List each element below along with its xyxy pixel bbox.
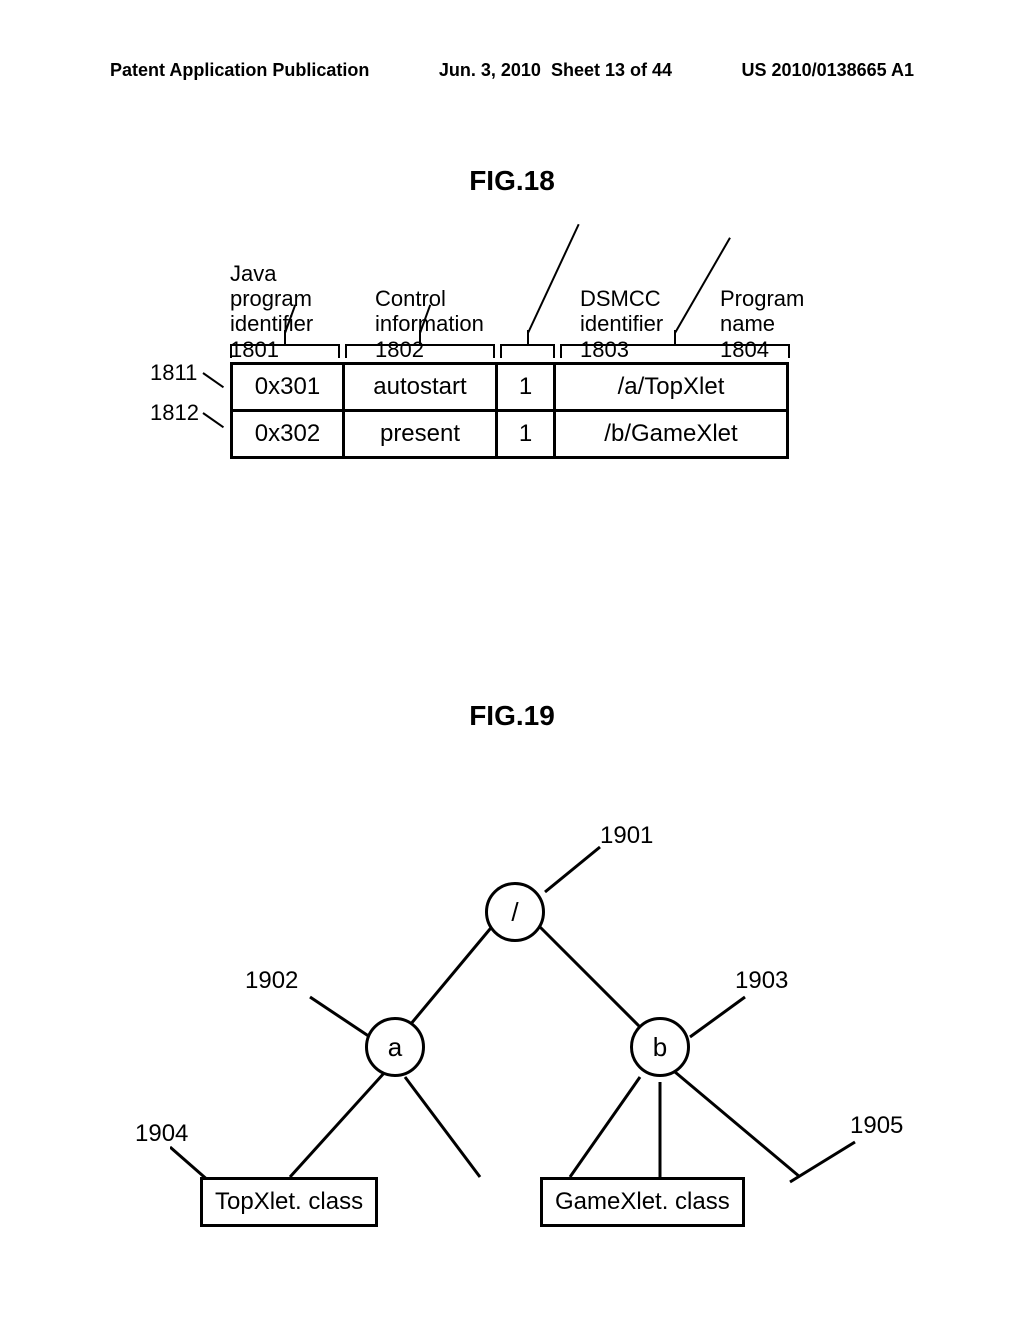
table-row: 0x301 autostart 1 /a/TopXlet bbox=[232, 364, 788, 411]
cell-java-prog-id: 0x302 bbox=[232, 411, 344, 458]
col-dsmcc-id-label: DSMCC identifier bbox=[580, 286, 663, 336]
cell-dsmcc-id: 1 bbox=[497, 411, 555, 458]
node-topxlet-ref: 1904 bbox=[135, 1120, 188, 1148]
figure-19: FIG.19 1901 bbox=[0, 700, 1024, 1237]
cell-control-info: present bbox=[344, 411, 497, 458]
figure-18: FIG.18 Java program identifier 1801 Cont… bbox=[0, 165, 1024, 459]
cell-dsmcc-id: 1 bbox=[497, 364, 555, 411]
row-1812-ref: 1812 bbox=[150, 400, 199, 426]
col-java-prog-id-label: Java program identifier bbox=[230, 261, 313, 337]
figure-19-title: FIG.19 bbox=[0, 700, 1024, 732]
node-gamexlet: GameXlet. class bbox=[540, 1177, 745, 1227]
node-root: / bbox=[485, 882, 545, 942]
cell-prog-name: /b/GameXlet bbox=[555, 411, 788, 458]
tree-edges bbox=[170, 787, 930, 1237]
fig18-table: 0x301 autostart 1 /a/TopXlet 0x302 prese… bbox=[230, 362, 789, 459]
tree-diagram: 1901 / 1902 a 1903 b 1904 TopXlet. class… bbox=[170, 787, 930, 1237]
row-1811-ref: 1811 bbox=[150, 360, 197, 386]
node-a-ref: 1902 bbox=[245, 967, 298, 995]
col-control-info-label: Control information bbox=[375, 286, 484, 336]
pub-date: Jun. 3, 2010 bbox=[439, 60, 541, 80]
cell-control-info: autostart bbox=[344, 364, 497, 411]
cell-prog-name: /a/TopXlet bbox=[555, 364, 788, 411]
cell-java-prog-id: 0x301 bbox=[232, 364, 344, 411]
publication-id: US 2010/0138665 A1 bbox=[742, 60, 914, 81]
figure-18-title: FIG.18 bbox=[0, 165, 1024, 197]
node-gamexlet-ref: 1905 bbox=[850, 1112, 903, 1140]
node-topxlet: TopXlet. class bbox=[200, 1177, 378, 1227]
publication-type: Patent Application Publication bbox=[110, 60, 369, 81]
page-header: Patent Application Publication Jun. 3, 2… bbox=[0, 60, 1024, 81]
table-row: 0x302 present 1 /b/GameXlet bbox=[232, 411, 788, 458]
node-root-ref: 1901 bbox=[600, 822, 653, 850]
sheet-number: Sheet 13 of 44 bbox=[551, 60, 672, 80]
col-prog-name-label: Program name bbox=[720, 286, 804, 336]
node-b: b bbox=[630, 1017, 690, 1077]
node-a: a bbox=[365, 1017, 425, 1077]
node-b-ref: 1903 bbox=[735, 967, 788, 995]
